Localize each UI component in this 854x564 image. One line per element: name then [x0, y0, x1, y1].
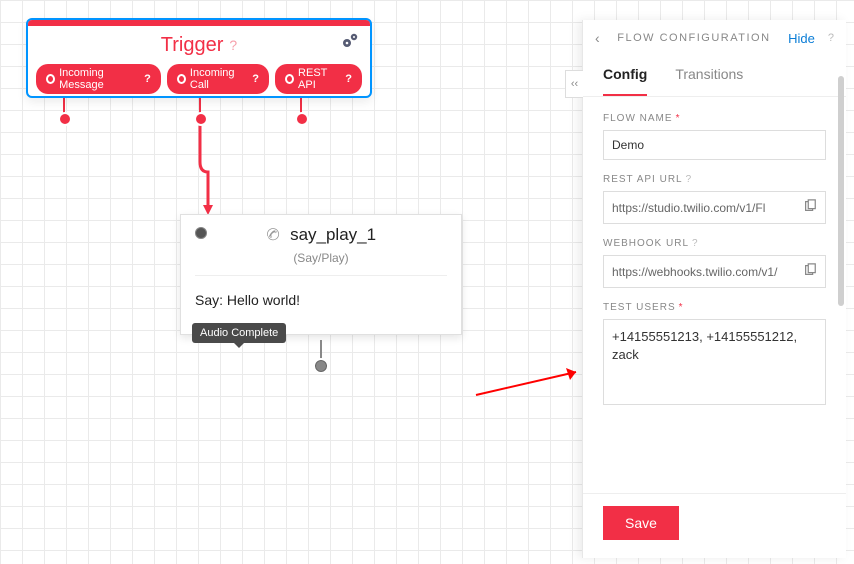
port-ring-icon — [46, 74, 55, 84]
panel-hide-button[interactable]: Hide — [788, 31, 815, 46]
settings-gears-icon[interactable] — [340, 32, 360, 55]
trigger-tags: Incoming Message ? Incoming Call ? REST … — [28, 64, 370, 102]
trigger-port-incoming-call[interactable] — [194, 112, 208, 126]
say-play-output-port[interactable] — [313, 358, 329, 374]
flow-name-input[interactable] — [603, 130, 826, 160]
help-icon[interactable]: ? — [229, 37, 237, 53]
webhook-url-field: https://webhooks.twilio.com/v1/ — [603, 255, 826, 288]
say-play-header: ✆ say_play_1 (Say/Play) — [181, 215, 461, 282]
trigger-title: Trigger — [161, 34, 224, 57]
port-ring-icon — [285, 74, 294, 84]
help-icon[interactable]: ? — [828, 32, 834, 44]
say-play-input-port[interactable] — [193, 225, 209, 241]
port-ring-icon — [177, 74, 186, 84]
panel-body: FLOW NAME* REST API URL? https://studio.… — [583, 97, 846, 493]
panel-header: ‹ FLOW CONFIGURATION Hide ? — [583, 20, 846, 56]
phone-icon: ✆ — [263, 223, 282, 246]
say-play-title: ✆ say_play_1 — [195, 225, 447, 245]
trigger-port-rest-api[interactable] — [295, 112, 309, 126]
tag-label: REST API — [298, 67, 339, 91]
tab-transitions[interactable]: Transitions — [675, 56, 743, 96]
say-play-node[interactable]: ✆ say_play_1 (Say/Play) Say: Hello world… — [180, 214, 462, 335]
rest-api-url-label: REST API URL? — [603, 174, 826, 185]
help-icon[interactable]: ? — [144, 73, 151, 85]
required-asterisk-icon: * — [676, 113, 681, 124]
help-icon[interactable]: ? — [686, 174, 693, 185]
panel-tabs: Config Transitions — [583, 56, 846, 97]
panel-collapse-button[interactable]: ‹‹ — [565, 70, 583, 98]
tab-config[interactable]: Config — [603, 56, 647, 96]
test-users-textarea[interactable] — [603, 319, 826, 405]
panel-title: FLOW CONFIGURATION — [610, 32, 778, 44]
tag-label: Incoming Message — [59, 67, 138, 91]
rest-api-url-value: https://studio.twilio.com/v1/Fl — [612, 201, 797, 215]
trigger-tag-rest-api[interactable]: REST API ? — [275, 64, 362, 94]
webhook-url-label: WEBHOOK URL? — [603, 238, 826, 249]
copy-icon[interactable] — [803, 263, 817, 280]
say-play-subtype: (Say/Play) — [195, 251, 447, 276]
help-icon[interactable]: ? — [252, 73, 259, 85]
help-icon[interactable]: ? — [692, 238, 699, 249]
trigger-header: Trigger ? — [28, 26, 370, 64]
audio-complete-tooltip: Audio Complete — [192, 323, 286, 343]
test-users-label: TEST USERS* — [603, 302, 826, 313]
save-button[interactable]: Save — [603, 506, 679, 540]
trigger-tag-incoming-message[interactable]: Incoming Message ? — [36, 64, 161, 94]
trigger-port-incoming-message[interactable] — [58, 112, 72, 126]
help-icon[interactable]: ? — [345, 73, 352, 85]
tag-label: Incoming Call — [190, 67, 246, 91]
trigger-node[interactable]: Trigger ? Incoming Message ? Incoming Ca… — [26, 18, 372, 98]
flow-name-label: FLOW NAME* — [603, 113, 826, 124]
scrollbar-thumb[interactable] — [838, 76, 844, 306]
panel-footer: Save — [583, 493, 846, 558]
say-play-name: say_play_1 — [290, 225, 376, 244]
panel-back-button[interactable]: ‹ — [595, 30, 600, 46]
trigger-tag-incoming-call[interactable]: Incoming Call ? — [167, 64, 269, 94]
chevron-left-double-icon: ‹‹ — [571, 78, 578, 90]
webhook-url-value: https://webhooks.twilio.com/v1/ — [612, 265, 797, 279]
copy-icon[interactable] — [803, 199, 817, 216]
rest-api-url-field: https://studio.twilio.com/v1/Fl — [603, 191, 826, 224]
required-asterisk-icon: * — [679, 302, 684, 313]
config-panel: ‹‹ ‹ FLOW CONFIGURATION Hide ? Config Tr… — [582, 20, 846, 558]
